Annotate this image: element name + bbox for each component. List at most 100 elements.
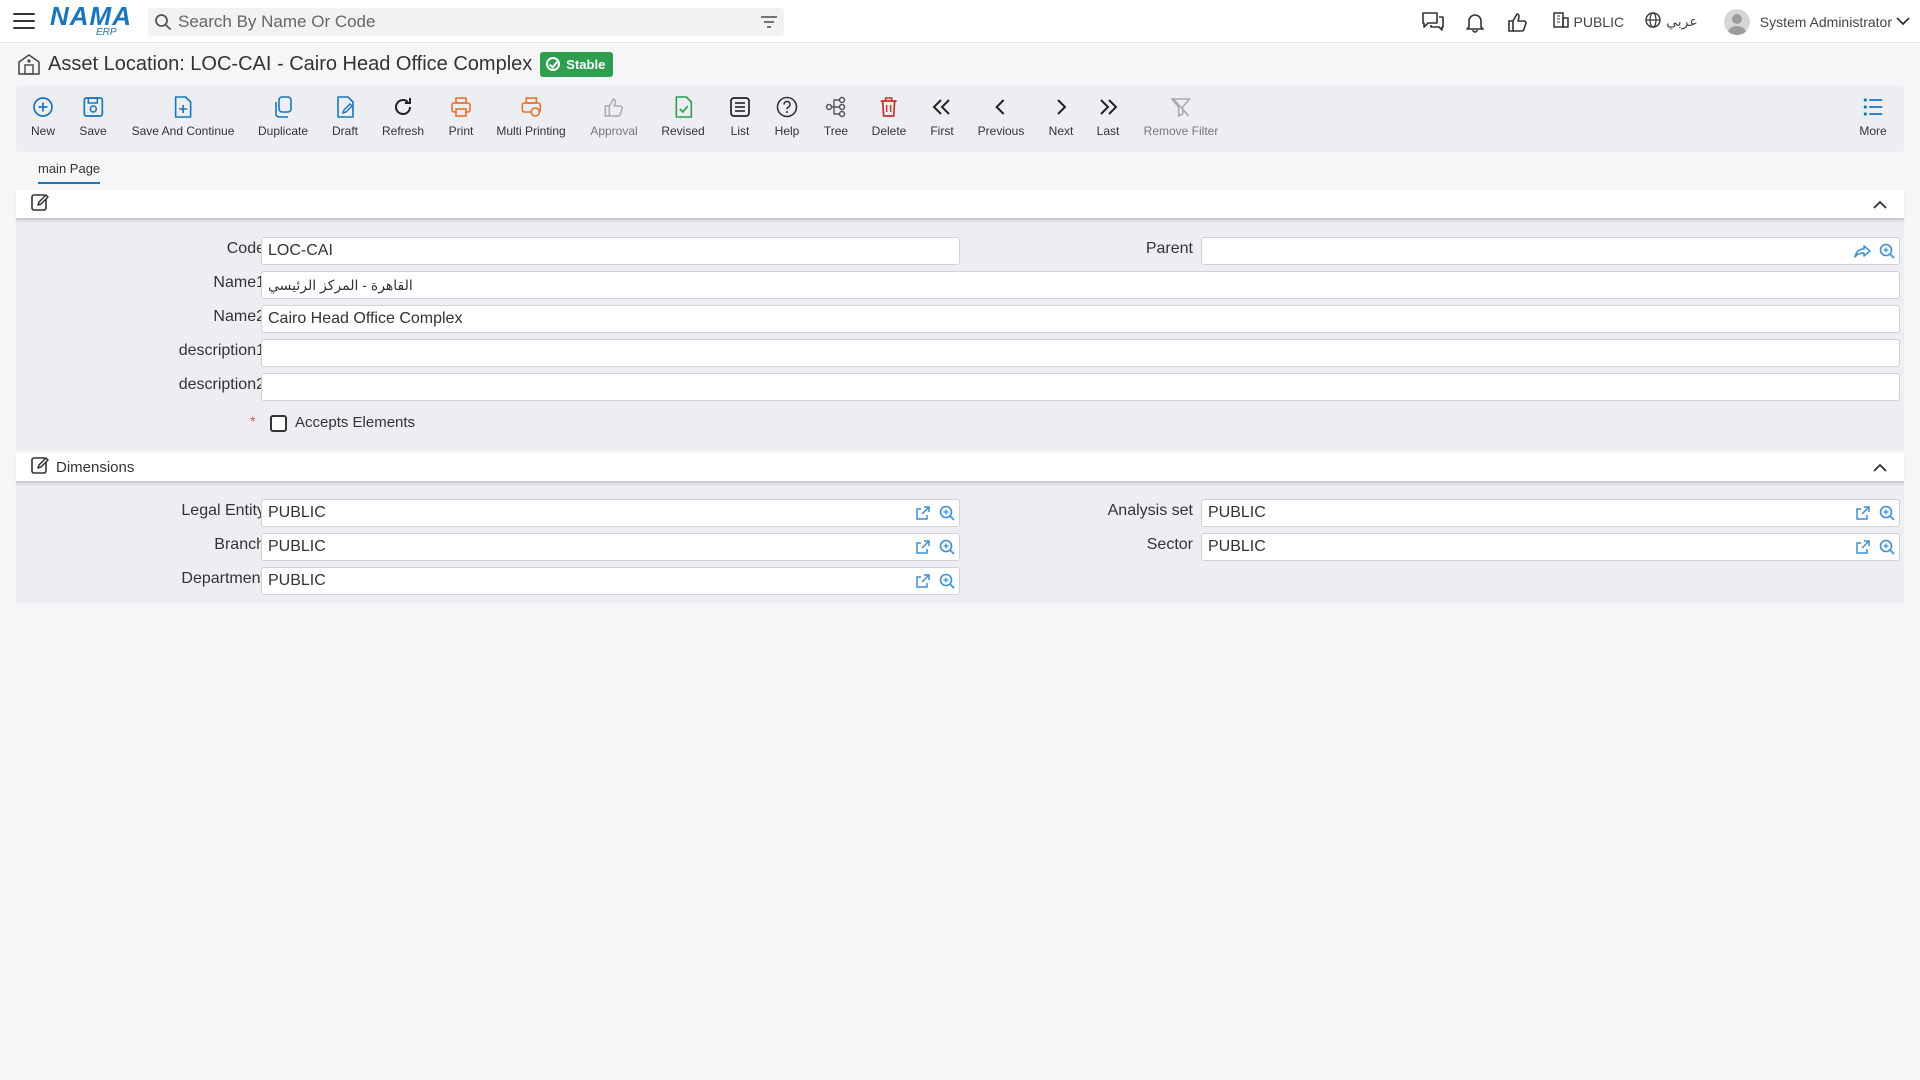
toolbar-draft-button[interactable]: Draft: [332, 94, 358, 138]
toolbar-approval-button[interactable]: Approval: [590, 94, 638, 138]
sector-label: Sector: [1146, 536, 1193, 553]
toolbar-next-button[interactable]: Next: [1048, 94, 1074, 138]
toolbar-remove-filter-label: Remove Filter: [1143, 124, 1219, 138]
list-icon: [727, 94, 753, 120]
filter-off-icon: [1168, 94, 1194, 120]
draft-edit-icon: [332, 94, 358, 120]
toolbar-new-label: New: [30, 124, 55, 138]
user-menu[interactable]: System Administrator: [1723, 8, 1910, 35]
toolbar-delete-button[interactable]: Delete: [872, 94, 906, 138]
department-field: [261, 567, 960, 595]
toolbar-print-button[interactable]: Print: [448, 94, 474, 138]
legal-entity-field: [261, 499, 960, 527]
lookup-search-icon[interactable]: [1875, 239, 1899, 263]
app-logo[interactable]: NAMA ERP: [50, 3, 131, 38]
toolbar-previous-label: Previous: [977, 124, 1025, 138]
toolbar-more-button[interactable]: More: [1859, 94, 1887, 138]
menu-icon[interactable]: [12, 10, 36, 32]
top-right-actions: PUBLIC عربي System Administrator: [1406, 0, 1920, 43]
bell-icon[interactable]: [1460, 7, 1490, 37]
trash-icon: [876, 94, 902, 120]
save-icon: [80, 94, 106, 120]
plus-circle-icon: [30, 94, 56, 120]
name2-input[interactable]: [262, 306, 1899, 332]
toolbar-previous-button[interactable]: Previous: [977, 94, 1025, 138]
department-input[interactable]: [262, 568, 911, 594]
lookup-search-icon[interactable]: [1875, 535, 1899, 559]
lookup-search-icon[interactable]: [1875, 501, 1899, 525]
toolbar-last-button[interactable]: Last: [1095, 94, 1121, 138]
toolbar-next-label: Next: [1048, 124, 1074, 138]
dimensions-title: Dimensions: [56, 458, 135, 476]
collapse-main-section-icon[interactable]: [1870, 195, 1890, 215]
description2-input[interactable]: [262, 374, 1899, 400]
legal-entity-label: Legal Entity: [181, 502, 265, 519]
toolbar-tree-button[interactable]: Tree: [823, 94, 849, 138]
toolbar-save-and-continue-button[interactable]: Save And Continue: [131, 94, 235, 138]
toolbar-new-button[interactable]: New: [30, 94, 56, 138]
open-link-icon[interactable]: [911, 569, 935, 593]
open-link-icon[interactable]: [911, 501, 935, 525]
legal-entity-label: PUBLIC: [1573, 13, 1625, 30]
description1-input[interactable]: [262, 340, 1899, 366]
toolbar-save-button[interactable]: Save: [79, 94, 107, 138]
tab-main-page[interactable]: main Page: [38, 161, 101, 184]
description2-field: [261, 373, 1900, 401]
logo-subtext: ERP: [96, 27, 117, 38]
building-icon: [1552, 11, 1570, 33]
code-input[interactable]: [262, 238, 959, 264]
toolbar-list-button[interactable]: List: [727, 94, 753, 138]
lookup-search-icon[interactable]: [935, 569, 959, 593]
filter-icon[interactable]: [754, 8, 784, 36]
toolbar-help-button[interactable]: Help: [774, 94, 800, 138]
collapse-dimensions-icon[interactable]: [1870, 458, 1890, 478]
main-section: Code Parent Name1 Name2 description1 des…: [16, 190, 1904, 450]
toolbar-remove-filter-button[interactable]: Remove Filter: [1143, 94, 1219, 138]
toolbar-draft-label: Draft: [331, 124, 359, 138]
language-label: عربي: [1666, 13, 1698, 29]
open-link-icon[interactable]: [1851, 535, 1875, 559]
help-circle-icon: [774, 94, 800, 120]
chevrons-left-icon: [929, 94, 955, 120]
page-title: Asset Location: LOC-CAI - Cairo Head Off…: [48, 52, 533, 75]
toolbar-last-label: Last: [1096, 124, 1120, 138]
toolbar-more-label: More: [1859, 124, 1887, 138]
legal-entity-selector[interactable]: PUBLIC: [1552, 11, 1625, 33]
analysis-set-input[interactable]: [1202, 500, 1851, 526]
open-link-icon[interactable]: [1851, 501, 1875, 525]
language-switcher[interactable]: عربي: [1644, 11, 1698, 33]
legal-entity-input[interactable]: [262, 500, 911, 526]
sector-input[interactable]: [1202, 534, 1851, 560]
refresh-icon: [390, 94, 416, 120]
toolbar-refresh-button[interactable]: Refresh: [382, 94, 424, 138]
branch-input[interactable]: [262, 534, 911, 560]
search-input[interactable]: [174, 12, 754, 32]
main-section-header: [16, 190, 1904, 220]
thumbs-up-icon[interactable]: [1502, 7, 1532, 37]
toolbar-duplicate-button[interactable]: Duplicate: [258, 94, 308, 138]
chevron-right-icon: [1048, 94, 1074, 120]
lookup-search-icon[interactable]: [935, 501, 959, 525]
department-label: Department: [181, 570, 265, 587]
parent-field: [1201, 237, 1900, 265]
branch-field: [261, 533, 960, 561]
toolbar-first-label: First: [930, 124, 954, 138]
open-link-icon[interactable]: [911, 535, 935, 559]
toolbar-approval-label: Approval: [590, 124, 638, 138]
chat-icon[interactable]: [1418, 7, 1448, 37]
toolbar-multi-printing-button[interactable]: Multi Printing: [496, 94, 566, 138]
toolbar-save-label: Save: [79, 124, 107, 138]
share-icon[interactable]: [1851, 239, 1875, 263]
parent-input[interactable]: [1202, 238, 1851, 264]
printer-icon: [448, 94, 474, 120]
multi-printer-icon: [518, 94, 544, 120]
branch-label: Branch: [214, 536, 265, 553]
tree-icon: [823, 94, 849, 120]
accepts-elements-checkbox[interactable]: [270, 415, 287, 432]
lookup-search-icon[interactable]: [935, 535, 959, 559]
toolbar-first-button[interactable]: First: [929, 94, 955, 138]
name1-input[interactable]: [262, 272, 1899, 298]
toolbar-revised-button[interactable]: Revised: [661, 94, 705, 138]
toolbar-save-and-continue-label: Save And Continue: [131, 124, 235, 138]
file-check-icon: [670, 94, 696, 120]
